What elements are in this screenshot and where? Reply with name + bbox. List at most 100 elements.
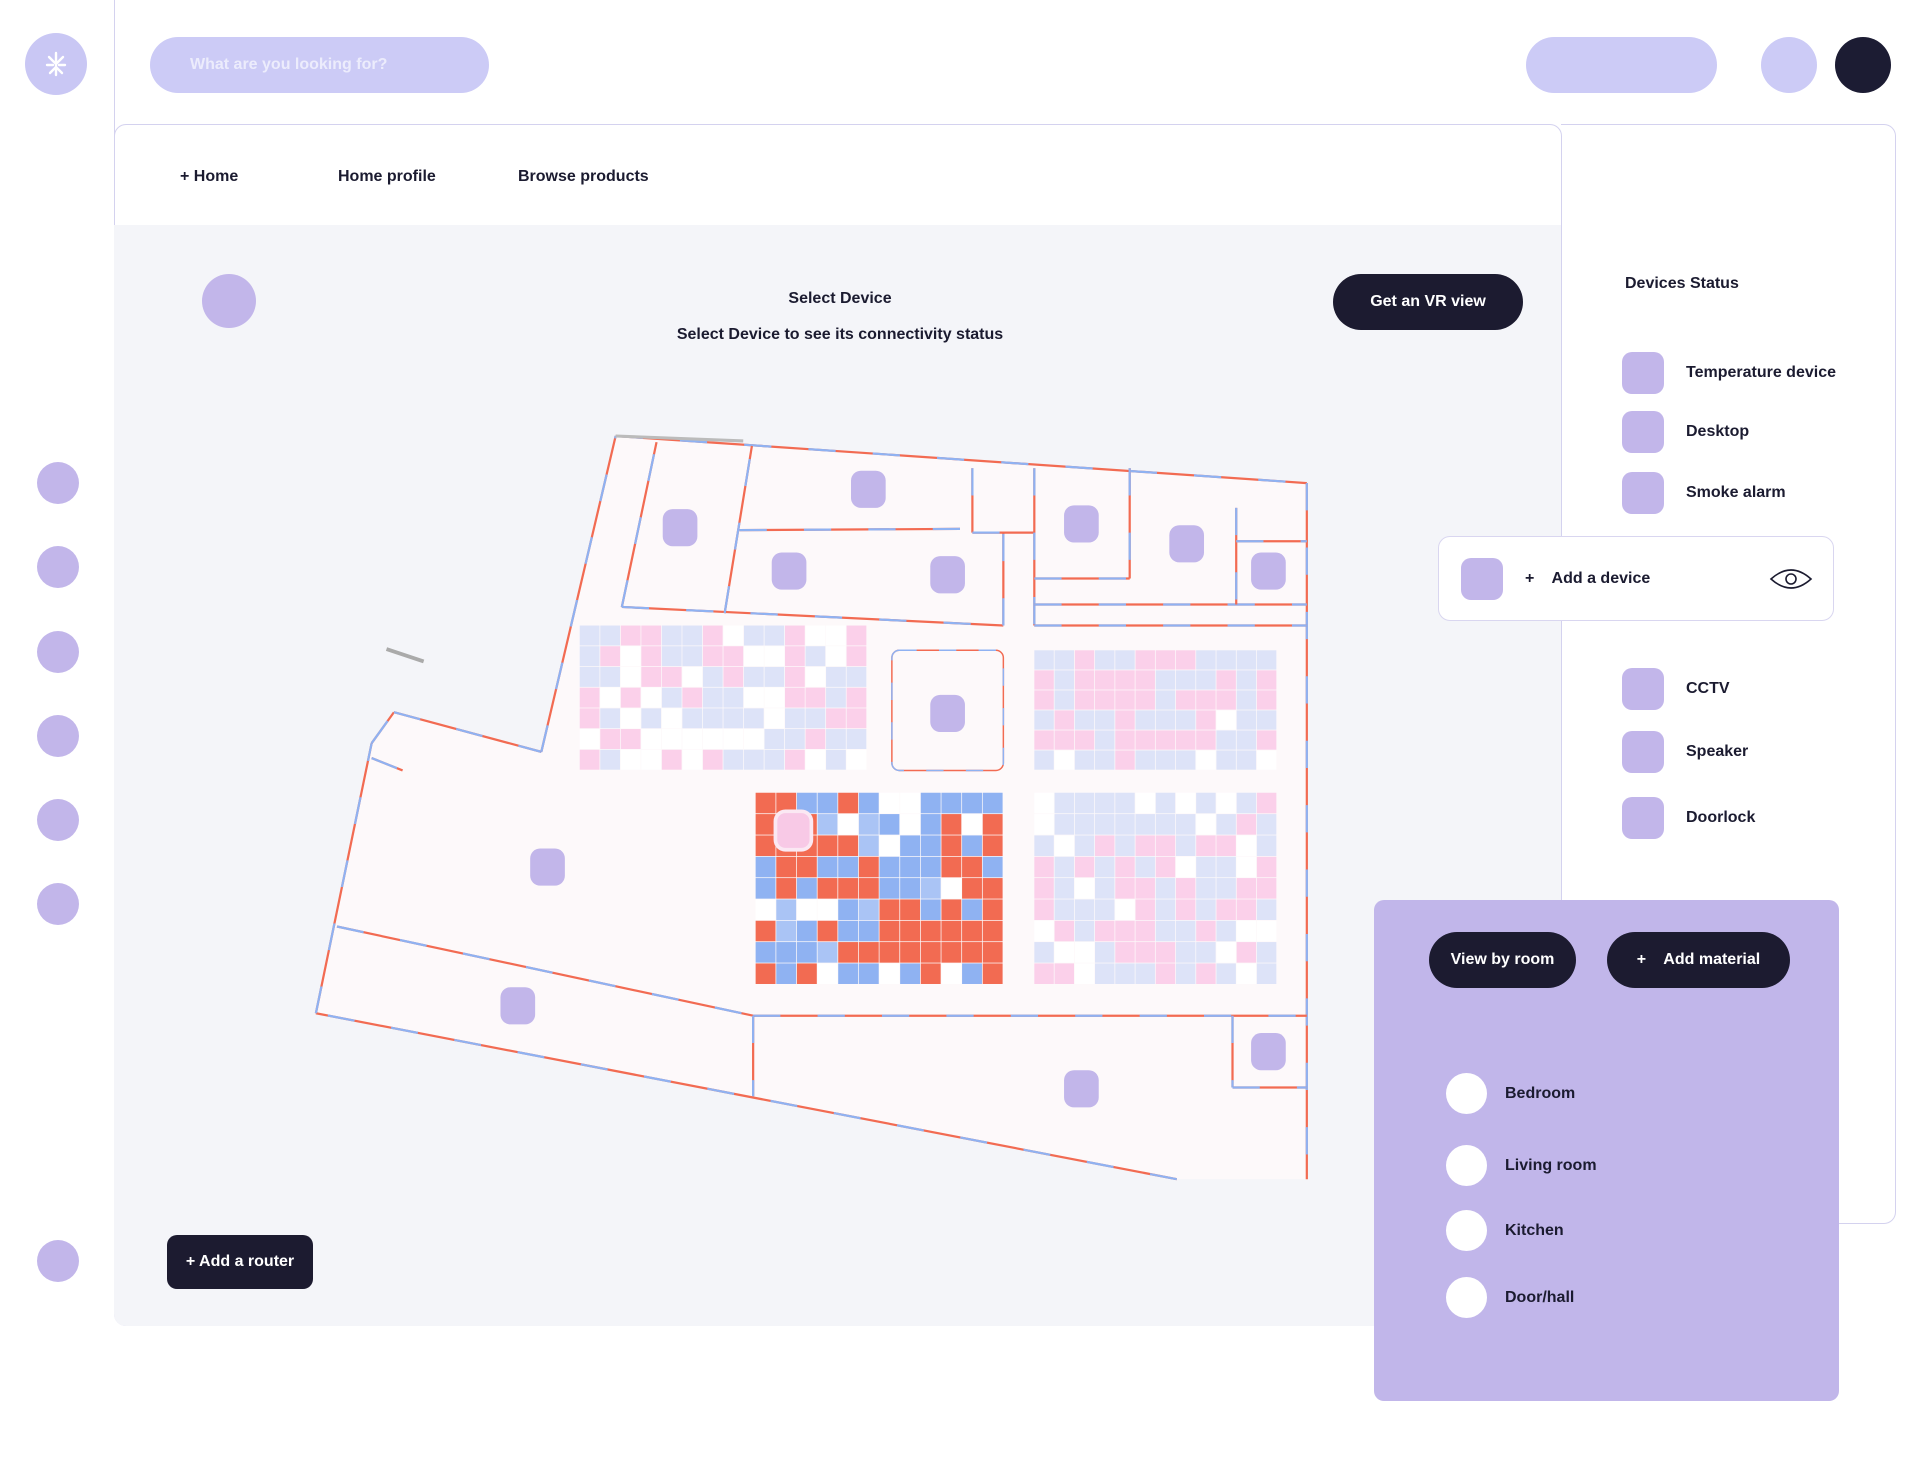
heatmap-cell [879, 963, 900, 984]
heatmap-cell [941, 942, 962, 963]
heatmap-cell [1256, 750, 1277, 770]
room-kitchen[interactable]: Kitchen [1446, 1210, 1564, 1251]
heatmap-cell [1095, 878, 1115, 899]
device-marker[interactable] [850, 470, 886, 508]
device-cctv[interactable]: CCTV [1622, 668, 1730, 710]
heatmap-cell [962, 835, 982, 856]
heatmap-cell [1135, 963, 1155, 984]
device-marker[interactable] [530, 848, 565, 886]
add-device-button[interactable]: + Add a device [1438, 536, 1834, 621]
heatmap-cell [846, 708, 867, 729]
heatmap-cell [817, 878, 838, 899]
heatmap-cell [1054, 942, 1075, 963]
heatmap-cell [838, 856, 859, 878]
heatmap-cell [1256, 792, 1277, 814]
heatmap-cell [776, 899, 797, 920]
heatmap-cell [1115, 690, 1135, 710]
room-bedroom[interactable]: Bedroom [1446, 1073, 1575, 1114]
heatmap-cell [879, 856, 900, 878]
heatmap-cell [1034, 792, 1054, 814]
heatmap-cell [982, 963, 1003, 984]
add-material-button[interactable]: + Add material [1607, 932, 1790, 988]
heatmap-cell [826, 708, 846, 729]
heatmap-cell [784, 729, 805, 750]
radio[interactable] [1446, 1277, 1487, 1318]
heatmap-cell [1175, 814, 1196, 835]
device-marker[interactable] [1064, 1070, 1099, 1108]
radio[interactable] [1446, 1073, 1487, 1114]
eye-icon[interactable] [1769, 567, 1813, 591]
heatmap-cell [1236, 899, 1257, 920]
device-marker[interactable] [771, 552, 807, 590]
device-desktop[interactable]: Desktop [1622, 411, 1749, 453]
heatmap-cell [1196, 650, 1216, 670]
device-marker[interactable] [1169, 525, 1205, 563]
heatmap-cell [1054, 878, 1075, 899]
heatmap-cell [620, 646, 641, 667]
heatmap-cell [1216, 750, 1236, 770]
heatmap-cell [805, 729, 826, 750]
heatmap-cell [1034, 878, 1054, 899]
device-marker[interactable] [500, 987, 536, 1025]
device-marker[interactable] [1064, 505, 1099, 543]
heatmap-cell [1175, 750, 1196, 770]
wall [739, 527, 961, 532]
radio[interactable] [1446, 1210, 1487, 1251]
heatmap-cell [1074, 792, 1095, 814]
heatmap-cell [620, 708, 641, 729]
heatmap-cell [982, 814, 1003, 835]
device-doorlock[interactable]: Doorlock [1622, 797, 1755, 839]
heatmap-cell [1074, 899, 1095, 920]
device-speaker[interactable]: Speaker [1622, 731, 1748, 773]
room-label: Bedroom [1505, 1084, 1576, 1102]
device-marker[interactable] [930, 556, 965, 594]
view-by-room-button[interactable]: View by room [1429, 932, 1576, 988]
heatmap-cell [620, 729, 641, 750]
device-temperature[interactable]: Temperature device [1622, 352, 1836, 394]
heatmap-cell [962, 920, 982, 942]
room-door-hall[interactable]: Door/hall [1446, 1277, 1574, 1318]
heatmap-cell [1175, 792, 1196, 814]
device-marker[interactable] [1251, 1033, 1286, 1071]
selected-device-marker[interactable] [773, 809, 814, 852]
heatmap-cell [661, 729, 682, 750]
heatmap-cell [817, 920, 838, 942]
heatmap-cell [1256, 710, 1277, 730]
heatmap-cell [1256, 878, 1277, 899]
heatmap-cell [1034, 690, 1054, 710]
heatmap-cell [1115, 710, 1135, 730]
heatmap-cell [1196, 878, 1216, 899]
heatmap-cell [1074, 835, 1095, 856]
device-marker[interactable] [930, 694, 965, 733]
heatmap-cell [1216, 920, 1236, 942]
device-marker[interactable] [662, 509, 698, 547]
heatmap-cell [1095, 650, 1115, 670]
heatmap-cell [900, 920, 921, 942]
device-label: Doorlock [1686, 809, 1756, 826]
heatmap-cell [620, 625, 641, 646]
heatmap-cell [1236, 650, 1257, 670]
heatmap-cell [1216, 730, 1236, 750]
heatmap-cell [661, 646, 682, 667]
heatmap-cell [941, 814, 962, 835]
heatmap-cell [805, 749, 826, 770]
heatmap-cell [579, 708, 600, 729]
heatmap-cell [764, 687, 785, 708]
radio[interactable] [1446, 1145, 1487, 1186]
heatmap-cell [1135, 878, 1155, 899]
heatmap-cell [1074, 920, 1095, 942]
heatmap-cell [920, 792, 941, 814]
heatmap-cell [764, 646, 785, 667]
heatmap-cell [620, 749, 641, 770]
heatmap-cell [600, 729, 621, 750]
heatmap-cell [1236, 814, 1257, 835]
room-living-room[interactable]: Living room [1446, 1145, 1597, 1186]
heatmap-cell [838, 942, 859, 963]
heatmap-cell [879, 942, 900, 963]
device-marker[interactable] [1251, 552, 1286, 590]
device-smoke-alarm[interactable]: Smoke alarm [1622, 472, 1786, 514]
heatmap-cell [579, 749, 600, 770]
heatmap-cell [982, 835, 1003, 856]
heatmap-cell [723, 666, 744, 687]
heatmap-cell [764, 625, 785, 646]
